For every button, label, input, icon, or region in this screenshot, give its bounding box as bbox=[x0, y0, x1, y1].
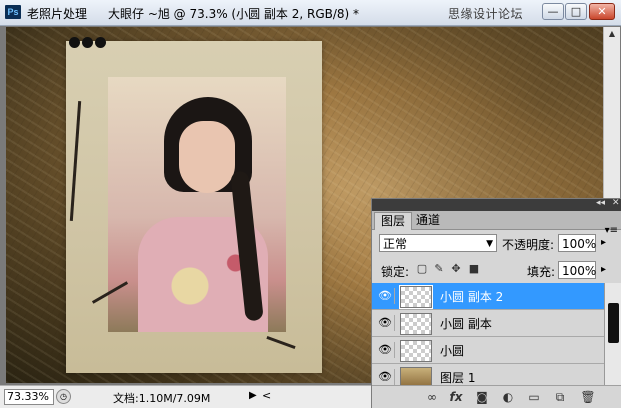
scrollbar-thumb[interactable] bbox=[608, 303, 619, 343]
document-title: 大眼仔 ~旭 @ 73.3% (小圆 副本 2, RGB/8) * bbox=[108, 7, 360, 21]
scroll-left-icon[interactable]: < bbox=[262, 389, 271, 402]
panel-tabs: 图层 通道 ▾≡ bbox=[372, 211, 621, 236]
group-icon[interactable]: ▭ bbox=[526, 389, 542, 405]
new-layer-icon[interactable]: ⧉ bbox=[552, 389, 568, 405]
eye-icon[interactable]: 👁 bbox=[376, 288, 395, 304]
document-size-info: 文档:1.10M/7.09M bbox=[113, 392, 211, 405]
layer-name: 小圆 副本 2 bbox=[440, 290, 504, 304]
fill-label: 填充: bbox=[527, 265, 556, 279]
eye-icon[interactable]: 👁 bbox=[376, 315, 395, 331]
layer-thumbnail bbox=[399, 285, 433, 309]
tab-channels[interactable]: 通道 bbox=[410, 212, 446, 229]
lock-transparency-icon[interactable]: ▢ bbox=[416, 263, 428, 275]
eye-icon[interactable]: 👁 bbox=[376, 369, 395, 385]
layer-row-xiaoyuan-copy-2[interactable]: 👁 小圆 副本 2 bbox=[372, 283, 604, 310]
black-dot bbox=[69, 37, 80, 48]
collapse-panel-icon[interactable]: ◂◂ bbox=[596, 198, 605, 208]
status-menu-arrow-icon[interactable]: ▶ bbox=[249, 390, 257, 401]
lock-move-icon[interactable]: ✥ bbox=[450, 263, 462, 275]
black-dot bbox=[82, 37, 93, 48]
layers-panel: ◂◂ ✕ 图层 通道 ▾≡ 正常 ▼ 不透明度: 100% ▸ 锁定: ▢ ✎ … bbox=[371, 198, 621, 408]
layer-thumbnail bbox=[400, 340, 432, 362]
opacity-arrow-icon[interactable]: ▸ bbox=[601, 237, 606, 248]
panel-header-bar: ◂◂ ✕ bbox=[372, 198, 621, 211]
status-info-icon[interactable]: ◷ bbox=[56, 389, 71, 404]
brush-dots bbox=[69, 37, 108, 51]
lock-label: 锁定: bbox=[381, 265, 410, 279]
layer-row-xiaoyuan[interactable]: 👁 小圆 bbox=[372, 337, 604, 364]
chevron-down-icon: ▼ bbox=[486, 239, 493, 249]
trash-icon[interactable]: 🗑 bbox=[580, 389, 596, 405]
tab-layers[interactable]: 图层 bbox=[374, 212, 413, 230]
layer-name: 图层 1 bbox=[440, 371, 476, 385]
black-dot bbox=[95, 37, 106, 48]
mask-icon[interactable]: ◙ bbox=[474, 389, 490, 405]
close-button[interactable]: ✕ bbox=[589, 3, 615, 20]
photoshop-icon: Ps bbox=[5, 5, 21, 19]
blend-mode-select[interactable]: 正常 ▼ bbox=[379, 234, 497, 252]
watermark-text: 思缘设计论坛 bbox=[448, 7, 524, 21]
photo-scratch bbox=[266, 335, 296, 350]
layer-row-xiaoyuan-copy[interactable]: 👁 小圆 副本 bbox=[372, 310, 604, 337]
zoom-input[interactable]: 73.33% bbox=[4, 389, 54, 405]
fx-icon[interactable]: fx bbox=[448, 389, 464, 405]
photo-face bbox=[179, 121, 235, 193]
eye-icon[interactable]: 👁 bbox=[376, 342, 395, 358]
layer-name: 小圆 副本 bbox=[440, 317, 492, 331]
panel-menu-icon[interactable]: ▾≡ bbox=[605, 225, 618, 236]
close-panel-icon[interactable]: ✕ bbox=[612, 198, 620, 208]
fill-arrow-icon[interactable]: ▸ bbox=[601, 264, 606, 275]
layer-thumbnail bbox=[400, 313, 432, 335]
lock-paint-icon[interactable]: ✎ bbox=[433, 263, 445, 275]
blend-mode-value: 正常 bbox=[383, 237, 408, 251]
minimize-button[interactable]: — bbox=[542, 3, 564, 20]
layers-panel-footer: ∞ fx ◙ ◐ ▭ ⧉ 🗑 bbox=[372, 385, 621, 408]
fill-input[interactable]: 100% bbox=[558, 261, 596, 279]
scroll-up-icon[interactable]: ▲ bbox=[604, 27, 620, 41]
title-bar: Ps 老照片处理 大眼仔 ~旭 @ 73.3% (小圆 副本 2, RGB/8)… bbox=[0, 0, 621, 26]
photo-scratch bbox=[69, 101, 82, 221]
layer-name: 小圆 bbox=[440, 344, 465, 358]
adjustment-icon[interactable]: ◐ bbox=[500, 389, 516, 405]
link-icon[interactable]: ∞ bbox=[424, 389, 440, 405]
lock-all-icon[interactable]: ■ bbox=[468, 263, 480, 275]
opacity-input[interactable]: 100% bbox=[558, 234, 596, 252]
old-photo bbox=[66, 41, 322, 373]
opacity-label: 不透明度: bbox=[502, 238, 555, 252]
layer-list-scrollbar[interactable] bbox=[604, 283, 621, 389]
maximize-button[interactable]: □ bbox=[565, 3, 587, 20]
app-name: 老照片处理 bbox=[27, 7, 88, 21]
